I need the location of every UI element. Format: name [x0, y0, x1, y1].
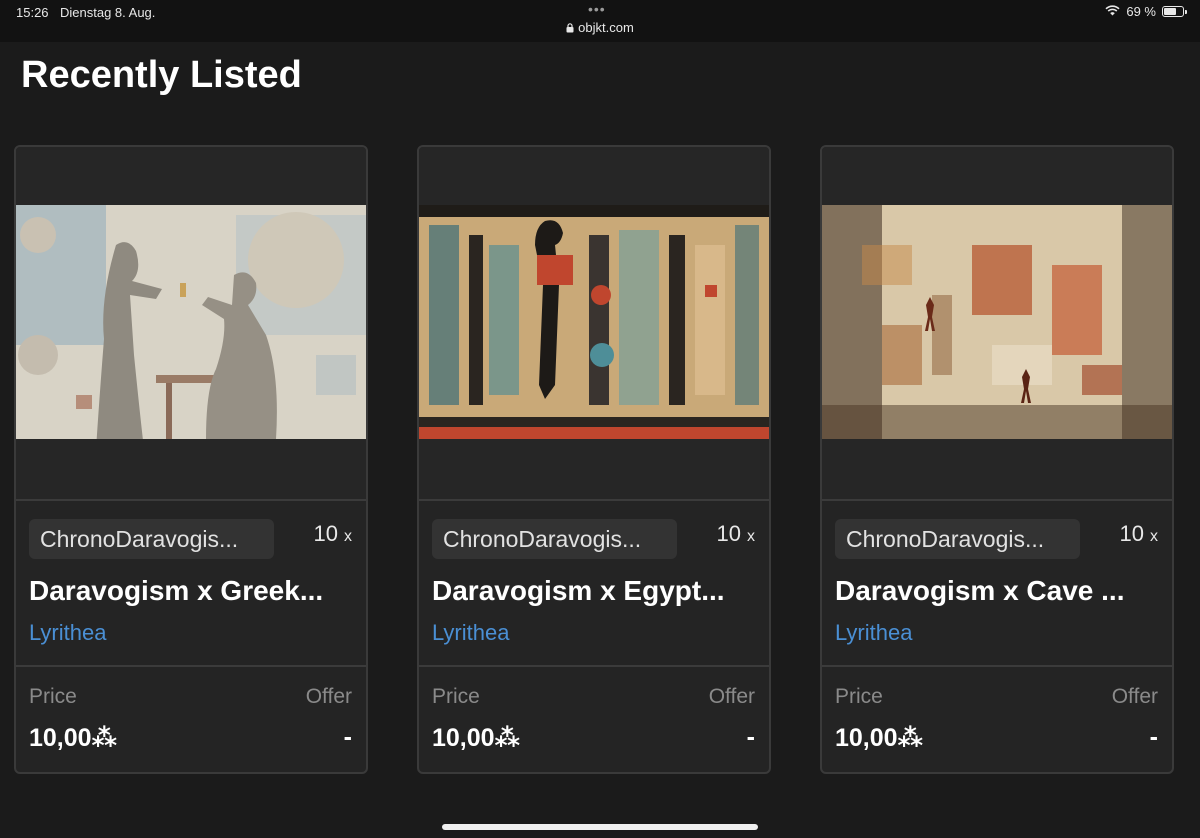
artwork-image[interactable] [419, 205, 771, 439]
price-value: 10,00⁂ [432, 724, 521, 752]
divider [822, 499, 1172, 501]
divider [16, 665, 366, 667]
offer-value: - [1149, 723, 1158, 751]
artist-link[interactable]: Lyrithea [835, 620, 912, 646]
status-time: 15:26 [16, 5, 49, 20]
status-date: Dienstag 8. Aug. [60, 5, 156, 20]
nft-card[interactable]: ChronoDaravogis... 10 x Daravogism x Cave… [820, 145, 1174, 774]
offer-value: - [343, 723, 352, 751]
price-value: 10,00⁂ [835, 724, 924, 752]
divider [419, 499, 769, 501]
edition-count: 10 x [717, 521, 755, 547]
offer-label: Offer [708, 685, 755, 708]
nft-card[interactable]: ChronoDaravogis... 10 x Daravogism x Egyp… [417, 145, 771, 774]
price-label: Price [29, 685, 77, 708]
edition-suffix: x [1150, 528, 1158, 545]
battery-icon [1162, 6, 1187, 17]
artwork-image[interactable] [16, 205, 368, 439]
card-media[interactable] [16, 147, 366, 499]
artist-link[interactable]: Lyrithea [432, 620, 509, 646]
wifi-icon [1105, 4, 1120, 19]
divider [822, 665, 1172, 667]
more-dots-icon[interactable]: ••• [588, 1, 606, 17]
artist-link[interactable]: Lyrithea [29, 620, 106, 646]
token-title[interactable]: Daravogism x Egypt... [432, 575, 762, 607]
nft-card[interactable]: ChronoDaravogis... 10 x Daravogism x Gree… [14, 145, 368, 774]
token-title[interactable]: Daravogism x Cave ... [835, 575, 1165, 607]
price-value: 10,00⁂ [29, 724, 118, 752]
edition-suffix: x [747, 528, 755, 545]
divider [16, 499, 366, 501]
divider [419, 665, 769, 667]
page-title: Recently Listed [21, 54, 302, 96]
lock-icon [566, 21, 574, 36]
token-title[interactable]: Daravogism x Greek... [29, 575, 359, 607]
offer-label: Offer [305, 685, 352, 708]
collection-chip[interactable]: ChronoDaravogis... [835, 519, 1080, 559]
edition-suffix: x [344, 528, 352, 545]
edition-count: 10 x [1120, 521, 1158, 547]
price-label: Price [835, 685, 883, 708]
edition-number: 10 [1119, 521, 1144, 546]
offer-label: Offer [1111, 685, 1158, 708]
edition-number: 10 [716, 521, 741, 546]
card-media[interactable] [419, 147, 769, 499]
offer-value: - [746, 723, 755, 751]
artwork-image[interactable] [822, 205, 1174, 439]
card-media[interactable] [822, 147, 1172, 499]
home-indicator[interactable] [442, 824, 758, 830]
url-text: objkt.com [578, 20, 634, 35]
edition-number: 10 [313, 521, 338, 546]
address-bar[interactable]: objkt.com [0, 20, 1200, 36]
status-indicators: 69 % [1105, 4, 1187, 19]
status-bar: 15:26 Dienstag 8. Aug. ••• objkt.com 69 … [0, 0, 1200, 42]
collection-chip[interactable]: ChronoDaravogis... [432, 519, 677, 559]
price-label: Price [432, 685, 480, 708]
battery-percentage: 69 % [1126, 4, 1156, 19]
collection-chip[interactable]: ChronoDaravogis... [29, 519, 274, 559]
edition-count: 10 x [314, 521, 352, 547]
